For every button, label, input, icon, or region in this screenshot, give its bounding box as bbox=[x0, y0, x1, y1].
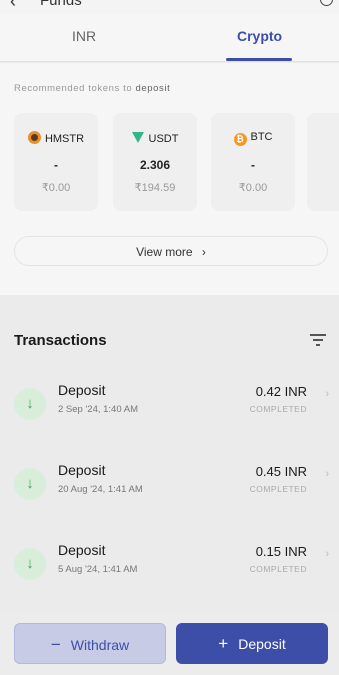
arrow-down-icon: ↓ bbox=[14, 468, 46, 500]
token-symbol: HMSTR bbox=[44, 133, 85, 145]
token-inr-value: ₹0.00 bbox=[41, 182, 71, 194]
chevron-right-icon: › bbox=[201, 245, 206, 259]
transaction-amount: 0.45 INR bbox=[255, 464, 307, 479]
btc-icon: ₿ bbox=[233, 133, 247, 146]
transaction-type: Deposit bbox=[58, 462, 106, 478]
chevron-right-icon: › bbox=[325, 468, 329, 480]
withdraw-button[interactable]: − Withdraw bbox=[14, 623, 166, 664]
arrow-down-icon: ↓ bbox=[14, 548, 46, 580]
deposit-button[interactable]: + Deposit bbox=[176, 623, 328, 664]
transactions-title: Transactions bbox=[14, 332, 107, 349]
top-bar: ‹ Funds bbox=[0, 0, 339, 14]
usdt-icon bbox=[131, 131, 145, 144]
hmstr-icon bbox=[27, 131, 41, 144]
withdraw-label: Withdraw bbox=[70, 637, 130, 653]
page-title: Funds bbox=[40, 0, 82, 9]
minus-icon: − bbox=[50, 635, 61, 654]
recommended-label-emphasis: deposit bbox=[135, 83, 171, 94]
token-balance: - bbox=[251, 158, 255, 172]
transaction-row[interactable]: ↓ Deposit 2 Sep '24, 1:40 AM 0.42 INR CO… bbox=[0, 382, 339, 442]
tab-inr[interactable]: INR bbox=[72, 28, 96, 44]
transaction-date: 5 Aug '24, 1:41 AM bbox=[58, 564, 138, 575]
token-card-partial[interactable] bbox=[307, 113, 339, 211]
token-inr-value: ₹194.59 bbox=[134, 182, 176, 194]
token-balance: - bbox=[54, 158, 58, 172]
deposit-label: Deposit bbox=[238, 636, 286, 652]
transaction-status: COMPLETED bbox=[249, 484, 307, 494]
arrow-down-icon: ↓ bbox=[14, 388, 46, 420]
transaction-amount: 0.15 INR bbox=[255, 544, 307, 559]
chevron-right-icon: › bbox=[325, 388, 329, 400]
tab-crypto[interactable]: Crypto bbox=[237, 28, 282, 44]
plus-icon: + bbox=[218, 634, 229, 653]
filter-icon[interactable] bbox=[310, 334, 326, 346]
bottom-action-bar: − Withdraw + Deposit bbox=[0, 612, 339, 675]
chevron-right-icon: › bbox=[325, 548, 329, 560]
token-inr-value: ₹0.00 bbox=[238, 182, 268, 194]
token-symbol: BTC bbox=[250, 131, 273, 143]
tab-bar: INR Crypto bbox=[0, 14, 339, 62]
token-card-btc[interactable]: ₿ BTC - ₹0.00 bbox=[211, 113, 295, 211]
recommended-label: Recommended tokens to deposit bbox=[14, 83, 170, 94]
transaction-type: Deposit bbox=[58, 542, 106, 558]
view-more-button[interactable]: View more › bbox=[14, 236, 328, 266]
transaction-date: 20 Aug '24, 1:41 AM bbox=[58, 484, 143, 495]
recommended-label-prefix: Recommended tokens to bbox=[14, 83, 133, 94]
transaction-date: 2 Sep '24, 1:40 AM bbox=[58, 404, 138, 415]
active-tab-indicator bbox=[226, 58, 292, 61]
transaction-status: COMPLETED bbox=[249, 564, 307, 574]
recommended-tokens-section: Recommended tokens to deposit HMSTR - ₹0… bbox=[0, 63, 339, 295]
transaction-type: Deposit bbox=[58, 382, 106, 398]
transaction-row[interactable]: ↓ Deposit 5 Aug '24, 1:41 AM 0.15 INR CO… bbox=[0, 542, 339, 602]
back-icon[interactable]: ‹ bbox=[10, 0, 16, 12]
info-icon[interactable] bbox=[320, 0, 333, 6]
transaction-status: COMPLETED bbox=[249, 404, 307, 414]
token-card-usdt[interactable]: USDT 2.306 ₹194.59 bbox=[113, 113, 197, 211]
token-balance: 2.306 bbox=[139, 158, 171, 172]
token-card-hmstr[interactable]: HMSTR - ₹0.00 bbox=[14, 113, 98, 211]
transaction-row[interactable]: ↓ Deposit 20 Aug '24, 1:41 AM 0.45 INR C… bbox=[0, 462, 339, 522]
transactions-section: Transactions ↓ Deposit 2 Sep '24, 1:40 A… bbox=[0, 312, 339, 612]
token-symbol: USDT bbox=[148, 133, 179, 145]
view-more-label: View more bbox=[136, 245, 193, 259]
transaction-amount: 0.42 INR bbox=[255, 384, 307, 399]
